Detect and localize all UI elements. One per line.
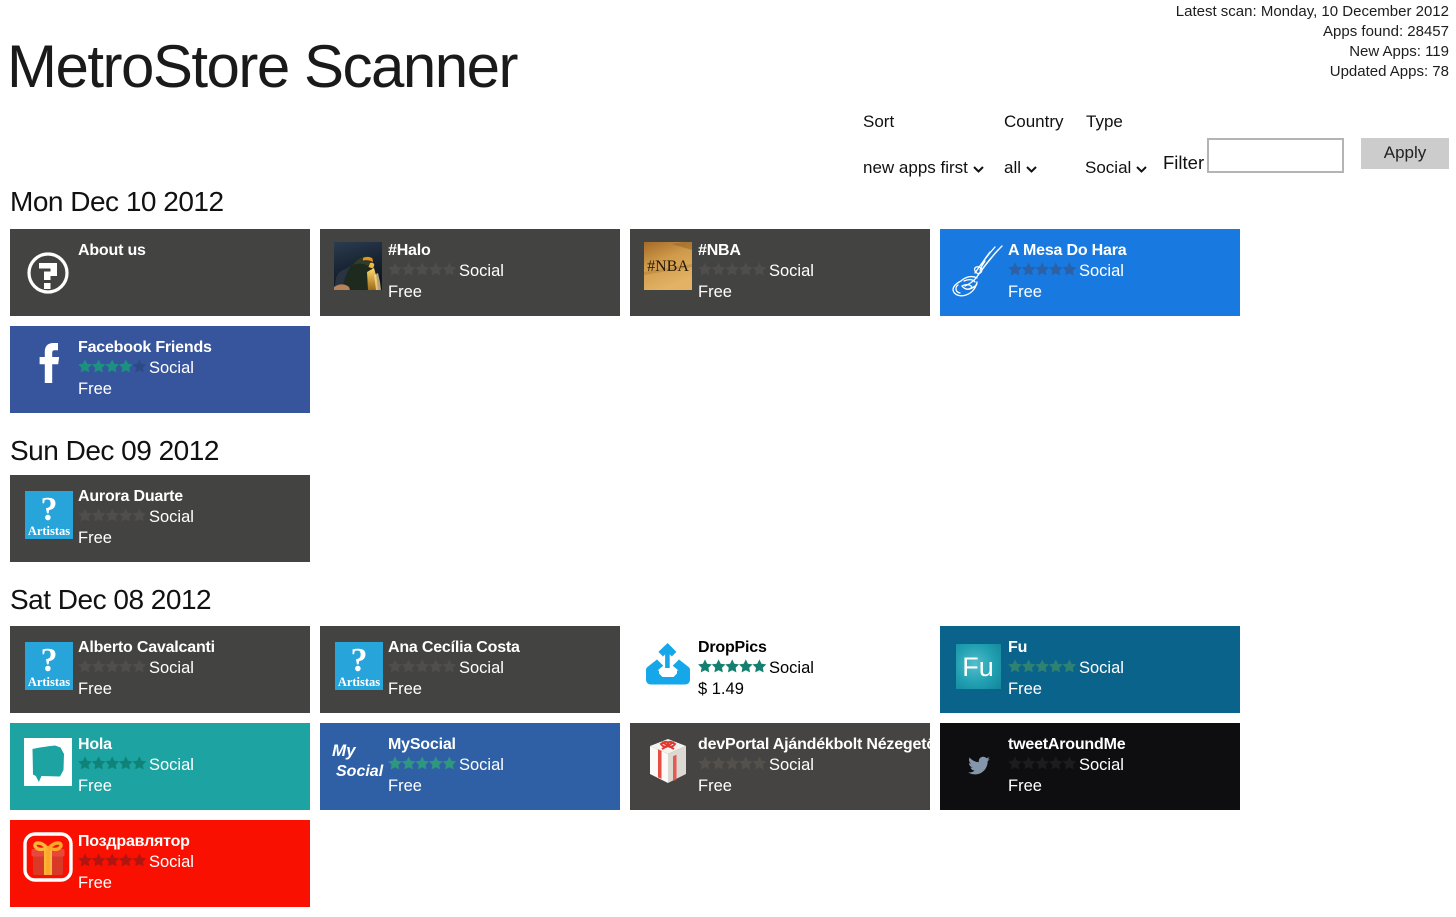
svg-text:Artistas: Artistas xyxy=(28,675,70,689)
svg-text:?: ? xyxy=(351,642,368,679)
svg-text:Social: Social xyxy=(336,763,384,780)
svg-text:Fu: Fu xyxy=(962,652,994,682)
svg-text:#NBA: #NBA xyxy=(647,258,689,275)
svg-text:Artistas: Artistas xyxy=(338,675,380,689)
svg-text:My: My xyxy=(332,741,357,760)
svg-text:Artistas: Artistas xyxy=(28,524,70,538)
svg-text:?: ? xyxy=(41,642,58,679)
svg-text:?: ? xyxy=(41,491,58,528)
